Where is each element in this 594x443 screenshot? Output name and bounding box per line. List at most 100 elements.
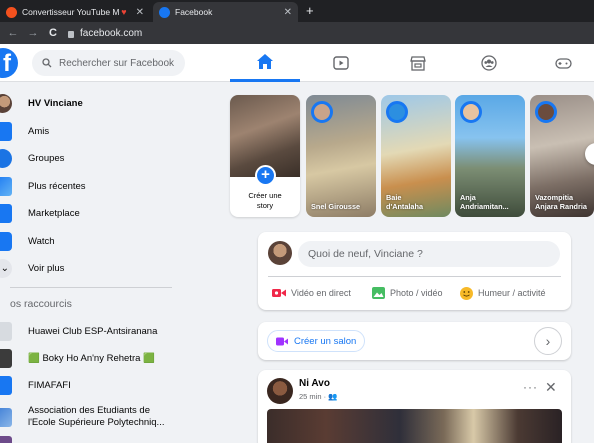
close-tab-icon[interactable]: ✕ <box>284 7 292 18</box>
sidebar-item-label: Voir plus <box>28 262 65 274</box>
tab-title: Facebook <box>175 7 213 17</box>
shortcut-label: FIMAFAFI <box>28 379 71 391</box>
avatar[interactable] <box>267 378 293 404</box>
new-tab-icon[interactable]: + <box>306 3 314 18</box>
story-name-line2: Andriamitan... <box>460 202 509 211</box>
chevron-down-icon: ⌄ <box>0 258 12 278</box>
more-options-icon[interactable]: ··· <box>523 380 538 394</box>
sidebar-item-label: Plus récentes <box>28 180 86 192</box>
sidebar-item-label: Watch <box>28 235 55 247</box>
post-author[interactable]: Ni Avo <box>299 378 330 389</box>
live-video-button[interactable]: Vidéo en direct <box>272 283 351 303</box>
forward-arrow-icon[interactable]: → <box>26 27 40 39</box>
reload-icon[interactable]: C <box>46 27 60 39</box>
story-card[interactable]: Anja Andriamitan... <box>455 95 525 217</box>
url-text: facebook.com <box>80 27 143 39</box>
story-card[interactable]: Snel Girousse <box>306 95 376 217</box>
nav-watch[interactable] <box>306 44 376 82</box>
shortcut-label-line2: l'Ecole Supérieure Polytechniq... <box>28 417 165 428</box>
facebook-header: f Rechercher sur Facebook <box>0 44 594 82</box>
story-name-line1: Anja <box>460 193 476 202</box>
friends-icon <box>0 121 12 141</box>
facebook-favicon <box>159 6 170 18</box>
composer-divider <box>268 276 561 277</box>
group-thumbnail <box>0 321 12 341</box>
nav-marketplace[interactable] <box>383 44 453 82</box>
sidebar-item-see-more[interactable]: ⌄ Voir plus <box>0 255 185 281</box>
sidebar-item-most-recent[interactable]: Plus récentes <box>0 173 185 199</box>
sidebar-item-label: Groupes <box>28 152 65 164</box>
sidebar-item-label: Marketplace <box>28 207 80 219</box>
sidebar-item-label: HV Vinciane <box>28 97 83 109</box>
shortcut-label-line1: Association des Etudiants de <box>28 405 150 416</box>
whats-on-your-mind-input[interactable]: Quoi de neuf, Vinciane ? <box>298 241 560 267</box>
create-room-button[interactable]: Créer un salon <box>267 330 366 352</box>
sidebar-shortcut[interactable]: Huawei Club ESP-Antsiranana <box>0 318 185 344</box>
home-icon <box>257 54 273 69</box>
avatar[interactable] <box>268 241 292 265</box>
youtube-converter-favicon <box>6 6 17 18</box>
rooms-card: Créer un salon › <box>258 322 571 360</box>
friends-audience-icon: 👥 <box>328 392 338 401</box>
marketplace-icon <box>0 203 12 223</box>
sidebar-shortcut[interactable]: 🟩 Boky Ho An'ny Rehetra 🟩 <box>0 345 185 371</box>
group-thumbnail <box>0 375 12 395</box>
avatar <box>386 101 408 123</box>
story-name-line2: d'Antalaha <box>386 202 424 211</box>
sidebar-item-watch[interactable]: Watch <box>0 228 185 254</box>
nav-home[interactable] <box>230 44 300 82</box>
create-room-label: Créer un salon <box>294 335 357 347</box>
sidebar-item-label: Amis <box>28 125 50 137</box>
tab-title: Convertisseur YouTube MP3 <box>22 7 120 17</box>
story-name: Vazompitia Anjara Randria <box>535 193 594 211</box>
avatar <box>460 101 482 123</box>
gaming-icon <box>554 57 572 69</box>
browser-tab-facebook[interactable]: Facebook ✕ <box>153 2 298 22</box>
photo-icon <box>372 287 385 299</box>
sidebar-divider <box>10 287 172 288</box>
nav-groups[interactable] <box>454 44 524 82</box>
shortcut-label: 🟩 Boky Ho An'ny Rehetra 🟩 <box>28 352 155 364</box>
close-icon[interactable]: ✕ <box>545 379 557 396</box>
sidebar-item-friends[interactable]: Amis <box>0 118 185 144</box>
story-name-line2: Anjara Randria <box>535 202 587 211</box>
search-icon <box>42 58 52 68</box>
photo-video-button[interactable]: Photo / vidéo <box>372 283 443 303</box>
watch-icon <box>333 55 349 70</box>
sidebar-shortcut[interactable]: FIMAFAFI <box>0 372 185 398</box>
post-time-text: 25 min · <box>299 392 329 401</box>
live-video-icon <box>272 289 286 297</box>
feeling-activity-button[interactable]: Humeur / activité <box>460 283 546 303</box>
address-bar: ← → C facebook.com <box>0 22 594 44</box>
feeling-activity-label: Humeur / activité <box>478 288 546 298</box>
facebook-logo[interactable]: f <box>0 48 18 78</box>
rooms-next-button[interactable]: › <box>534 327 562 355</box>
search-input[interactable]: Rechercher sur Facebook <box>32 50 185 76</box>
sidebar-item-profile[interactable]: HV Vinciane <box>0 90 185 116</box>
story-card[interactable]: Baie d'Antalaha <box>381 95 451 217</box>
sidebar-item-marketplace[interactable]: Marketplace <box>0 200 185 226</box>
nav-gaming[interactable] <box>528 44 594 82</box>
story-name-line1: Vazompitia <box>535 193 574 202</box>
close-tab-icon[interactable]: ✕ <box>136 7 144 18</box>
url-field[interactable]: facebook.com <box>68 28 142 39</box>
back-arrow-icon[interactable]: ← <box>6 27 20 39</box>
lock-icon <box>68 30 74 38</box>
create-story-line2: story <box>256 201 274 210</box>
create-story-card[interactable]: + Créer une story <box>230 95 300 217</box>
sidebar-shortcut[interactable]: Association des Etudiants de l'Ecole Sup… <box>0 403 185 431</box>
post-composer: Quoi de neuf, Vinciane ? Vidéo en direct… <box>258 232 571 310</box>
shortcuts-heading: os raccourcis <box>10 298 72 310</box>
sidebar-item-groups[interactable]: Groupes <box>0 145 185 171</box>
story-name: Snel Girousse <box>311 202 361 211</box>
add-story-icon[interactable]: + <box>255 165 276 186</box>
heart-icon: ♥ <box>121 7 127 17</box>
post-timestamp[interactable]: 25 min · 👥 <box>299 392 338 401</box>
sidebar-shortcut[interactable] <box>0 436 185 443</box>
avatar <box>311 101 333 123</box>
browser-tab-youtube-mp3[interactable]: Convertisseur YouTube MP3 ♥ ✕ <box>0 2 150 22</box>
story-name-line1: Baie <box>386 193 402 202</box>
post-image[interactable] <box>267 409 562 443</box>
browser-tab-strip: Convertisseur YouTube MP3 ♥ ✕ Facebook ✕… <box>0 0 594 22</box>
story-name: Baie d'Antalaha <box>386 193 448 211</box>
